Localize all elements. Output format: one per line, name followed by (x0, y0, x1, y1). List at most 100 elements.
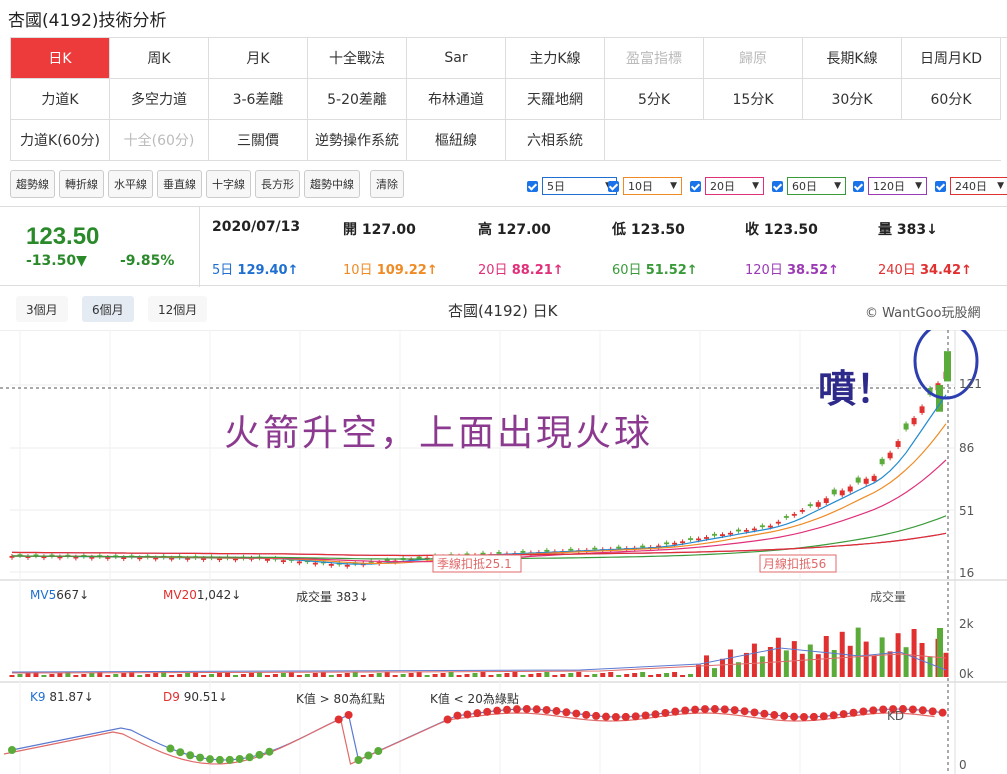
volume-bar (751, 643, 757, 677)
quote-low: 低 123.50 (612, 222, 685, 238)
draw-tool-button[interactable]: 轉折線 (59, 170, 104, 198)
candle (480, 552, 486, 555)
kd-red-dot (344, 710, 353, 719)
candle (919, 406, 925, 413)
ma-dropdown[interactable]: 240日 ▼ (950, 177, 1007, 195)
ma-dropdown[interactable]: 10日 ▼ (623, 177, 682, 195)
tab-item[interactable]: 周K (110, 38, 209, 79)
ma-checkbox[interactable] (772, 180, 783, 192)
tab-item[interactable]: Sar (407, 38, 506, 79)
k9-label: K9 81.87↓ (30, 690, 94, 704)
ma10-readout: 10日 109.22↑ (343, 263, 438, 278)
volume-bar (320, 672, 326, 677)
kd-red-dot (473, 709, 482, 718)
ma-checkbox[interactable] (608, 180, 619, 192)
ma-select-4[interactable]: 120日 ▼ (853, 177, 927, 195)
candle (664, 542, 670, 545)
kd-red-dot (859, 707, 868, 716)
kd-red-dot (562, 708, 571, 717)
tab-item[interactable]: 樞紐線 (407, 120, 506, 161)
candle (688, 538, 694, 540)
tab-item[interactable]: 天羅地網 (506, 79, 605, 120)
kd-red-dot (483, 707, 492, 716)
tab-item[interactable]: 逆勢操作系統 (308, 120, 407, 161)
volume-bar (688, 674, 694, 677)
period-3m[interactable]: 3個月 (16, 296, 68, 322)
tab-item[interactable]: 多空力道 (110, 79, 209, 120)
draw-tool-button[interactable]: 清除 (370, 170, 404, 198)
ma-dropdown[interactable]: 5日▼ (542, 177, 617, 195)
quote-high: 高 127.00 (478, 222, 551, 238)
tab-item[interactable]: 長期K線 (803, 38, 902, 79)
ma-checkbox[interactable] (690, 180, 701, 192)
draw-tool-button[interactable]: 垂直線 (157, 170, 202, 198)
tab-item[interactable]: 十全戰法 (308, 38, 407, 79)
draw-tool-button[interactable]: 十字線 (206, 170, 251, 198)
volume-bar (448, 672, 454, 677)
draw-tool-button[interactable]: 趨勢中線 (304, 170, 360, 198)
tab-item[interactable]: 三關價 (209, 120, 308, 161)
tab-item[interactable]: 布林通道 (407, 79, 506, 120)
tab-item[interactable]: 歸原 (704, 38, 803, 79)
tab-item[interactable]: 月K (209, 38, 308, 79)
candle (727, 532, 733, 535)
draw-tool-button[interactable]: 水平線 (108, 170, 153, 198)
tab-item[interactable]: 日周月KD (902, 38, 1001, 79)
chevron-down-icon: ▼ (915, 181, 922, 191)
ma-dropdown[interactable]: 60日 ▼ (787, 177, 846, 195)
tab-item[interactable]: 5分K (605, 79, 704, 120)
candle (672, 542, 678, 545)
kd-red-dot (879, 705, 888, 714)
kd-green-dot (206, 755, 214, 764)
kd-red-dot (592, 711, 601, 720)
ma-dropdown[interactable]: 120日 ▼ (868, 177, 927, 195)
volume-bar (416, 672, 422, 677)
ma-select-1[interactable]: 10日 ▼ (608, 177, 682, 195)
volume-bar (41, 675, 47, 677)
tab-item[interactable]: 力道K(60分) (11, 120, 110, 161)
ma-checkbox[interactable] (935, 180, 946, 192)
ma-select-0[interactable]: 5日▼ (527, 177, 617, 195)
ma-select-3[interactable]: 60日 ▼ (772, 177, 846, 195)
kd-green-dot (255, 750, 264, 759)
ma-line (11, 532, 947, 557)
kd-green-dot (245, 753, 254, 762)
volume-bar (432, 674, 438, 677)
volume-bar (871, 655, 877, 677)
tab-item[interactable]: 30分K (803, 79, 902, 120)
tab-item[interactable]: 3-6差離 (209, 79, 308, 120)
tab-item[interactable]: 日K (11, 38, 110, 79)
tab-item[interactable]: 六相系統 (506, 120, 605, 161)
volume-bar (376, 673, 382, 677)
draw-tool-button[interactable]: 長方形 (255, 170, 300, 198)
tab-item[interactable]: 5-20差離 (308, 79, 407, 120)
kd-red-dot (621, 712, 630, 721)
tab-item[interactable]: 60分K (902, 79, 1001, 120)
tab-item[interactable]: 15分K (704, 79, 803, 120)
ma-dropdown[interactable]: 20日 ▼ (705, 177, 764, 195)
volume-bar (927, 657, 933, 677)
volume-bar (201, 675, 207, 677)
candle (944, 351, 951, 382)
ma-checkbox[interactable] (527, 180, 538, 192)
ma-select-2[interactable]: 20日 ▼ (690, 177, 764, 195)
volume-bar (424, 675, 430, 677)
ma-select-5[interactable]: 240日 ▼ (935, 177, 1007, 195)
tab-item[interactable]: 十全(60分) (110, 120, 209, 161)
volume-bar (719, 658, 725, 677)
draw-tool-button[interactable]: 趨勢線 (10, 170, 55, 198)
tab-item[interactable]: 力道K (11, 79, 110, 120)
ma-checkbox[interactable] (853, 180, 864, 192)
volume-bar (943, 652, 949, 677)
tab-item[interactable]: 盈富指標 (605, 38, 704, 79)
tab-item[interactable]: 主力K線 (506, 38, 605, 79)
mv20-label: MV201,042↓ (163, 588, 242, 602)
candle (328, 563, 334, 566)
candle (592, 547, 598, 550)
kd-red-dot (671, 707, 680, 716)
candle (751, 528, 757, 531)
volume-bar (17, 674, 23, 677)
ma-dropdown-label: 20日 (710, 180, 735, 193)
period-6m[interactable]: 6個月 (82, 296, 134, 322)
period-12m[interactable]: 12個月 (148, 296, 208, 322)
